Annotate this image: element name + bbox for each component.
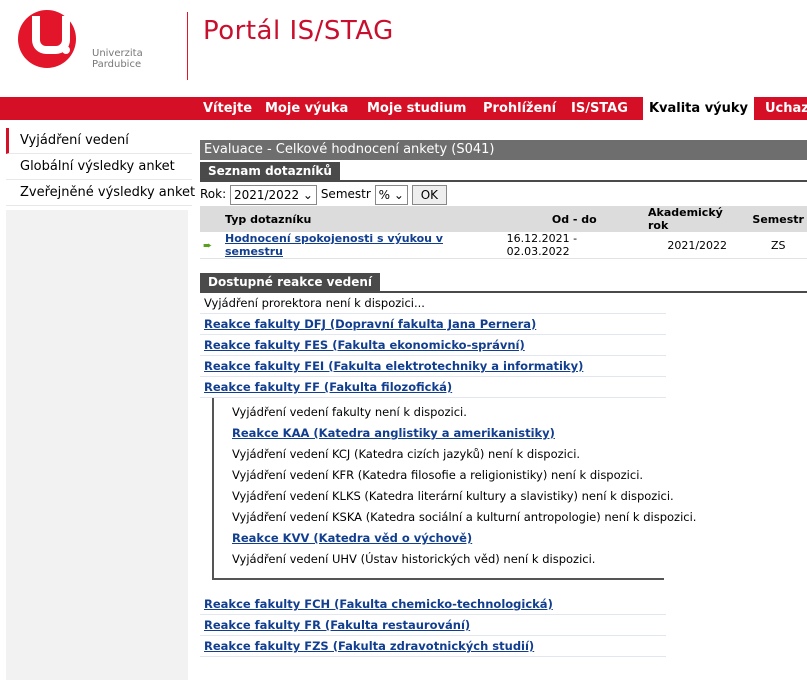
reaction-link-ff[interactable]: Reakce fakulty FF (Fakulta filozofická) bbox=[204, 380, 452, 394]
tab-dostupne-reakce: Dostupné reakce vedení bbox=[200, 273, 380, 291]
reaction-prorektor: Vyjádření prorektora není k dispozici... bbox=[200, 293, 666, 314]
reaction-link-fei[interactable]: Reakce fakulty FEI (Fakulta elektrotechn… bbox=[204, 359, 583, 373]
nav-uchazeci[interactable]: Uchaz bbox=[765, 97, 807, 120]
nav-vitejte[interactable]: Vítejte bbox=[203, 97, 252, 120]
nav-moje-vyuka[interactable]: Moje výuka bbox=[265, 97, 348, 120]
nav-prohlizeni[interactable]: Prohlížení bbox=[483, 97, 556, 120]
chevron-down-icon: ⌄ bbox=[302, 187, 313, 202]
semestr-select[interactable]: % ⌄ bbox=[374, 184, 408, 205]
ff-vyjadreni-klks: Vyjádření vedení KLKS (Katedra literární… bbox=[232, 489, 674, 503]
cell-semestr: ZS bbox=[749, 232, 807, 259]
ff-vyjadreni-kfr: Vyjádření vedení KFR (Katedra filosofie … bbox=[232, 468, 644, 482]
ok-button[interactable]: OK bbox=[411, 184, 448, 205]
sidebar: Vyjádření vedení Globální výsledky anket… bbox=[6, 128, 195, 206]
logo-text: Univerzita Pardubice bbox=[92, 48, 143, 70]
ff-vyjadreni-uhv: Vyjádření vedení UHV (Ústav historických… bbox=[232, 552, 596, 566]
logo-line-2: Pardubice bbox=[92, 59, 142, 70]
sidebar-background bbox=[6, 210, 188, 680]
chevron-down-icon: ⌄ bbox=[393, 187, 404, 202]
nav-is-stag[interactable]: IS/STAG bbox=[571, 97, 628, 120]
ff-vyjadreni-kcj: Vyjádření vedení KCJ (Katedra cizích jaz… bbox=[232, 447, 581, 461]
reaction-link-fzs[interactable]: Reakce fakulty FZS (Fakulta zdravotnický… bbox=[204, 639, 534, 653]
questionnaire-table: Typ dotazníku Od - do Akademický rok Sem… bbox=[200, 206, 807, 259]
ff-vyjadreni-fakulty: Vyjádření vedení fakulty není k dispozic… bbox=[232, 405, 467, 419]
rok-label: Rok: bbox=[200, 187, 227, 201]
ff-departments-box: Vyjádření vedení fakulty není k dispozic… bbox=[212, 398, 697, 580]
logo-line-1: Univerzita bbox=[92, 48, 143, 59]
arrow-right-icon: ➨ bbox=[200, 232, 222, 259]
page-title: Evaluace - Celkové hodnocení ankety (S04… bbox=[200, 140, 807, 160]
sidebar-item-globalni-vysledky[interactable]: Globální výsledky anket bbox=[6, 154, 192, 180]
semestr-label: Semestr bbox=[320, 187, 371, 201]
reaction-link-dfj[interactable]: Reakce fakulty DFJ (Dopravní fakulta Jan… bbox=[204, 317, 536, 331]
main-content: Evaluace - Celkové hodnocení ankety (S04… bbox=[200, 140, 807, 657]
cell-akademicky-rok: 2021/2022 bbox=[644, 232, 750, 259]
col-od-do: Od - do bbox=[503, 206, 645, 232]
header-divider bbox=[187, 12, 188, 80]
semestr-select-value: % bbox=[378, 187, 391, 202]
tab-seznam-dotazniku: Seznam dotazníků bbox=[200, 162, 340, 180]
col-semestr: Semestr bbox=[749, 206, 807, 232]
main-navbar: Vítejte Moje výuka Moje studium Prohlíže… bbox=[0, 97, 807, 120]
nav-moje-studium[interactable]: Moje studium bbox=[367, 97, 466, 120]
portal-title: Portál IS/STAG bbox=[203, 16, 394, 46]
nav-kvalita-vyuky[interactable]: Kvalita výuky bbox=[643, 97, 754, 120]
reaction-list: Vyjádření prorektora není k dispozici...… bbox=[200, 293, 697, 657]
sidebar-item-vyjadreni-vedeni[interactable]: Vyjádření vedení bbox=[6, 128, 192, 154]
table-header-row: Typ dotazníku Od - do Akademický rok Sem… bbox=[200, 206, 807, 232]
reaction-link-fch[interactable]: Reakce fakulty FCH (Fakulta chemicko-tec… bbox=[204, 597, 553, 611]
ff-vyjadreni-kska: Vyjádření vedení KSKA (Katedra sociální … bbox=[232, 510, 697, 524]
table-row: ➨ Hodnocení spokojenosti s výukou v seme… bbox=[200, 232, 807, 259]
rok-select-value: 2021/2022 bbox=[233, 187, 300, 202]
sidebar-item-zverejnene-vysledky[interactable]: Zveřejněné výsledky anket bbox=[6, 180, 195, 206]
cell-od-do: 16.12.2021 - 02.03.2022 bbox=[503, 232, 645, 259]
table-header-spacer bbox=[200, 206, 222, 232]
filter-bar: Rok: 2021/2022 ⌄ Semestr % ⌄ OK bbox=[200, 182, 807, 206]
col-typ-dotazniku: Typ dotazníku bbox=[222, 206, 504, 232]
reaction-link-kaa[interactable]: Reakce KAA (Katedra anglistiky a amerika… bbox=[232, 426, 555, 440]
rok-select[interactable]: 2021/2022 ⌄ bbox=[229, 184, 317, 205]
reaction-link-fes[interactable]: Reakce fakulty FES (Fakulta ekonomicko-s… bbox=[204, 338, 525, 352]
reaction-link-fr[interactable]: Reakce fakulty FR (Fakulta restaurování) bbox=[204, 618, 470, 632]
reaction-link-kvv[interactable]: Reakce KVV (Katedra věd o výchově) bbox=[232, 531, 472, 545]
university-logo[interactable]: Univerzita Pardubice bbox=[18, 10, 188, 80]
upce-logo-mark bbox=[18, 10, 76, 68]
questionnaire-link[interactable]: Hodnocení spokojenosti s výukou v semest… bbox=[225, 232, 443, 258]
col-akademicky-rok: Akademický rok bbox=[644, 206, 750, 232]
